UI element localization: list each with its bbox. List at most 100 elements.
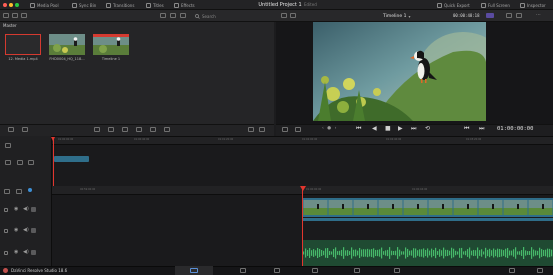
minimize-window-button[interactable] — [9, 3, 13, 7]
thumbnail-view-icon[interactable] — [170, 13, 176, 18]
link-icon[interactable] — [22, 127, 28, 132]
inspector-icon — [520, 2, 525, 8]
snapping-icon[interactable] — [28, 188, 32, 192]
titles-icon — [146, 2, 151, 8]
stop-button[interactable]: ■ — [385, 125, 391, 132]
sync-bin-icon — [72, 2, 77, 8]
quick-export-icon — [437, 2, 442, 8]
tab-sync-bin[interactable]: Sync Bin — [72, 1, 96, 9]
lock-icon[interactable] — [4, 208, 8, 212]
lock-icon[interactable] — [4, 251, 8, 255]
ripple-overwrite-icon[interactable] — [122, 127, 128, 132]
upper-playhead-handle[interactable] — [51, 137, 55, 141]
media-pool-panel — [0, 22, 274, 125]
audio-icon[interactable] — [259, 127, 265, 132]
settings-icon[interactable] — [516, 13, 522, 18]
smart-insert-icon[interactable] — [94, 127, 100, 132]
track-toggle-icon[interactable] — [31, 250, 36, 255]
clip-thumbnail-image — [93, 34, 129, 55]
layout-icon[interactable] — [4, 189, 10, 194]
eye-icon[interactable]: ◉ — [14, 206, 18, 212]
speaker-icon[interactable]: ◀) — [23, 206, 29, 212]
fairlight-page-icon[interactable] — [354, 268, 360, 273]
display-mode-icon[interactable] — [486, 13, 494, 18]
audio-track-icon[interactable] — [17, 160, 23, 165]
ruler-tick-label: 01:00:00:00 — [306, 188, 322, 191]
next-clip-button[interactable]: ⏭ — [479, 125, 484, 133]
previous-clip-button[interactable]: ⏮ — [464, 125, 469, 133]
sidebar-toggle-icon[interactable] — [3, 13, 9, 18]
media-clip-thumbnail[interactable] — [5, 34, 41, 55]
media-clip-thumbnail[interactable] — [49, 34, 85, 55]
go-to-start-button[interactable]: ⏮ — [356, 125, 361, 133]
list-view-icon[interactable] — [160, 13, 166, 18]
edited-label: Edited — [304, 2, 317, 7]
fusion-page-icon[interactable] — [274, 268, 280, 273]
tab-effects[interactable]: Effects — [174, 1, 195, 9]
clip-label: Timeline 1 — [101, 57, 121, 61]
inspector-button[interactable]: Inspector — [520, 1, 546, 9]
viewer-options-icon[interactable] — [281, 13, 287, 18]
grid-icon[interactable] — [248, 127, 254, 132]
append-icon[interactable] — [108, 127, 114, 132]
app-name: DaVinci Resolve Studio 18.6 — [11, 268, 68, 273]
edit-page-icon[interactable] — [240, 268, 246, 273]
quick-export-button[interactable]: Quick Export — [437, 1, 470, 9]
ruler-tick-label: 01:00:40:00 — [134, 138, 150, 141]
source-overwrite-icon[interactable] — [164, 127, 170, 132]
tab-titles[interactable]: Titles — [146, 1, 164, 9]
puffin-frame-image — [313, 22, 486, 121]
speaker-icon[interactable]: ◀) — [23, 227, 29, 233]
lower-playhead[interactable] — [302, 186, 303, 266]
more-options-icon[interactable]: ··· — [536, 12, 541, 18]
zoom-fit-icon[interactable] — [290, 13, 296, 18]
lower-playhead-handle[interactable] — [299, 186, 306, 191]
loop-button[interactable]: ⟲ — [425, 125, 430, 132]
deliver-page-icon[interactable] — [394, 268, 400, 273]
maximize-window-button[interactable] — [15, 3, 19, 7]
cut-icon[interactable] — [8, 127, 14, 132]
forward-icon[interactable] — [21, 13, 27, 18]
clip-label: FHD0004_HQ_118... — [49, 57, 85, 61]
track-toggle-icon[interactable] — [31, 228, 36, 233]
full-screen-button[interactable]: Full Screen — [481, 1, 510, 9]
video-track-icon[interactable] — [5, 160, 11, 165]
sort-icon[interactable] — [180, 13, 186, 18]
tab-transitions[interactable]: Transitions — [106, 1, 134, 9]
ruler-tick-label: 01:03:20:00 — [466, 138, 482, 141]
place-on-top-icon[interactable] — [150, 127, 156, 132]
track-options-icon[interactable] — [5, 143, 11, 148]
toolbar-timecode: 00:00:48:18 — [453, 13, 480, 18]
speaker-icon[interactable]: ◀) — [23, 249, 29, 255]
lock-icon[interactable] — [4, 229, 8, 233]
viewer-mode-icon[interactable] — [295, 127, 301, 132]
jog-control[interactable]: ‹ ● › — [322, 126, 337, 131]
video-clip[interactable] — [303, 198, 553, 217]
viewer-video-frame[interactable] — [313, 22, 486, 121]
cut-page-icon — [190, 268, 198, 273]
play-button[interactable]: ▶ — [398, 125, 403, 132]
track-toggle-icon[interactable] — [31, 207, 36, 212]
back-icon[interactable] — [12, 13, 18, 18]
home-icon[interactable] — [509, 268, 515, 273]
master-bin-label[interactable]: Master — [3, 23, 17, 28]
timeline-clip-thumbnail[interactable] — [93, 34, 129, 55]
lock-icon[interactable] — [28, 160, 34, 165]
go-to-end-button[interactable]: ⏭ — [411, 125, 416, 133]
color-page-icon[interactable] — [312, 268, 318, 273]
audio-clip[interactable] — [303, 240, 553, 266]
timeline-selector[interactable]: Timeline 1 ▾ — [383, 12, 410, 20]
upper-timeline-clip[interactable] — [54, 156, 89, 162]
zoom-icon[interactable] — [16, 189, 22, 194]
audio-meter-icon[interactable] — [506, 13, 512, 18]
viewer-tools-icon[interactable] — [282, 127, 288, 132]
upper-playhead[interactable] — [53, 137, 54, 186]
search-box[interactable]: Search — [195, 12, 216, 20]
close-window-button[interactable] — [3, 3, 7, 7]
eye-icon[interactable]: ◉ — [14, 249, 18, 255]
settings-gear-icon[interactable] — [537, 268, 543, 273]
tab-media-pool[interactable]: Media Pool — [30, 1, 59, 9]
eye-icon[interactable]: ◉ — [14, 227, 18, 233]
close-up-icon[interactable] — [136, 127, 142, 132]
play-reverse-button[interactable]: ◀ — [372, 125, 377, 132]
